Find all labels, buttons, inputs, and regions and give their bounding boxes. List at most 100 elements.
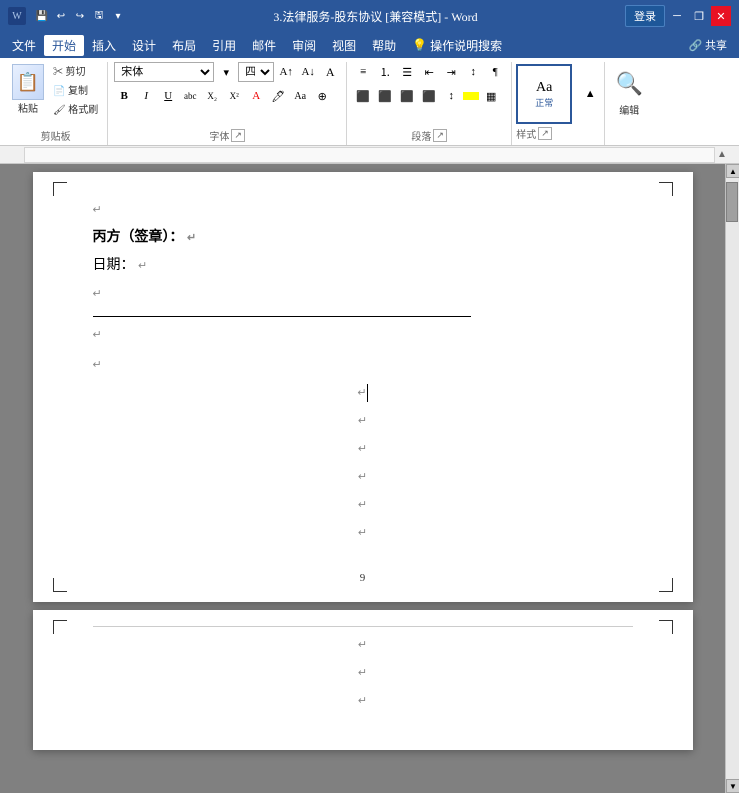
ruler-toggle[interactable]: ▲: [715, 149, 729, 160]
para-mark-5: ↵: [357, 382, 366, 404]
align-center-button[interactable]: ⬛: [375, 86, 395, 106]
decrease-indent-button[interactable]: ⇤: [419, 62, 439, 82]
menu-home[interactable]: 开始: [44, 35, 84, 56]
menu-review[interactable]: 审阅: [284, 35, 324, 56]
bingfang-text: 丙方（签章）：: [93, 230, 184, 245]
font-more-button[interactable]: ⊕: [312, 86, 332, 106]
close-button[interactable]: ✕: [711, 6, 731, 26]
multilevel-button[interactable]: ☰: [397, 62, 417, 82]
styles-scroll-up[interactable]: ▲: [580, 84, 600, 104]
para-row1: ≡ ⒈ ☰ ⇤ ⇥ ↕ ¶: [353, 62, 505, 82]
copy-button[interactable]: 📄 复制: [50, 81, 101, 98]
undo-quick-btn[interactable]: ↩: [53, 8, 69, 24]
style-normal-box[interactable]: Aa 正常: [516, 64, 572, 124]
font-dialog-launcher[interactable]: ↗: [231, 129, 245, 142]
sort-button[interactable]: ↕: [463, 62, 483, 82]
clipboard-sub-buttons: ✂ 剪切 📄 复制 🖌 格式刷: [50, 62, 101, 117]
menu-mailings[interactable]: 邮件: [244, 35, 284, 56]
doc-line-empty-7: ↵: [93, 519, 633, 547]
page-2-content[interactable]: ↵ ↵ ↵: [33, 610, 693, 750]
scroll-track[interactable]: [726, 178, 739, 779]
more-quick-btn[interactable]: ▾: [110, 8, 126, 24]
font-content: 宋体 ▾ 四号 A↑ A↓ A B I U abc X₂ X² A 🖊 Aa: [114, 62, 340, 128]
font-name-select[interactable]: 宋体: [114, 62, 214, 82]
font-size-shrink[interactable]: A↓: [298, 62, 318, 82]
bullets-button[interactable]: ≡: [353, 62, 373, 82]
para-mark-2: ↵: [138, 260, 147, 272]
numbering-button[interactable]: ⒈: [375, 62, 395, 82]
bold-button[interactable]: B: [114, 86, 134, 106]
login-button[interactable]: 登录: [625, 5, 665, 27]
menu-design[interactable]: 设计: [124, 35, 164, 56]
save-quick-btn[interactable]: 💾: [34, 8, 50, 24]
menu-insert[interactable]: 插入: [84, 35, 124, 56]
ribbon-styles-group: Aa 正常 ▲ 样式 ↗: [512, 62, 605, 145]
ribbon-edit-group: 🔍 编辑: [605, 62, 653, 145]
italic-button[interactable]: I: [136, 86, 156, 106]
autosave-icon[interactable]: 🖫: [91, 8, 107, 24]
para-mark-10: ↵: [358, 527, 367, 539]
date-text: 日期：: [93, 258, 135, 273]
para-mark-6: ↵: [358, 415, 367, 427]
redo-quick-btn[interactable]: ↪: [72, 8, 88, 24]
edit-icon: 🔍: [613, 66, 645, 102]
menu-references[interactable]: 引用: [204, 35, 244, 56]
ribbon-paragraph-group: ≡ ⒈ ☰ ⇤ ⇥ ↕ ¶ ⬛ ⬛ ⬛ ⬛ ↕ ▦ 段落 ↗: [347, 62, 512, 145]
align-right-button[interactable]: ⬛: [397, 86, 417, 106]
ruler-area: ▲: [0, 146, 739, 164]
title-controls-right: 登录 ─ ❐ ✕: [625, 5, 731, 27]
share-button[interactable]: 🔗 共享: [681, 35, 735, 55]
document-scroll-area[interactable]: ↵ 丙方（签章）： ↵ 日期： ↵ ↵: [0, 164, 725, 793]
format-painter-button[interactable]: 🖌 格式刷: [50, 100, 101, 117]
restore-button[interactable]: ❐: [689, 6, 709, 26]
para-mark-8: ↵: [358, 471, 367, 483]
line-spacing-button[interactable]: ↕: [441, 86, 461, 106]
border-button[interactable]: ▦: [481, 86, 501, 106]
font-row2: B I U abc X₂ X² A 🖊 Aa ⊕: [114, 86, 332, 106]
edit-button[interactable]: 🔍 编辑: [609, 64, 649, 119]
para-dialog-launcher[interactable]: ↗: [433, 129, 447, 142]
increase-indent-button[interactable]: ⇥: [441, 62, 461, 82]
page2-line-2: ↵: [93, 659, 633, 687]
menu-file[interactable]: 文件: [4, 35, 44, 56]
menu-help[interactable]: 帮助: [364, 35, 404, 56]
para-mark: ↵: [93, 204, 102, 216]
scroll-up-button[interactable]: ▲: [726, 164, 739, 178]
document-area: ↵ 丙方（签章）： ↵ 日期： ↵ ↵: [0, 164, 739, 793]
align-left-button[interactable]: ⬛: [353, 86, 373, 106]
shading-button[interactable]: [463, 92, 479, 100]
strikethrough-button[interactable]: abc: [180, 86, 200, 106]
scroll-thumb[interactable]: [726, 182, 738, 222]
font-name-dropdown[interactable]: ▾: [216, 62, 236, 82]
doc-line-cursor[interactable]: ↵: [93, 379, 633, 407]
menu-view[interactable]: 视图: [324, 35, 364, 56]
lightbulb-icon: 💡: [412, 38, 427, 53]
style-text: Aa: [536, 80, 552, 96]
superscript-button[interactable]: X²: [224, 86, 244, 106]
page-1-content[interactable]: ↵ 丙方（签章）： ↵ 日期： ↵ ↵: [33, 172, 693, 602]
paste-button[interactable]: 📋 粘贴: [10, 62, 46, 117]
doc-line-empty-5: ↵: [93, 463, 633, 491]
font-size-expand[interactable]: A↑: [276, 62, 296, 82]
menu-search[interactable]: 💡 操作说明搜索: [404, 35, 510, 56]
subscript-button[interactable]: X₂: [202, 86, 222, 106]
text-color-button[interactable]: A: [246, 86, 266, 106]
styles-dialog-launcher[interactable]: ↗: [538, 127, 552, 140]
para-content: ≡ ⒈ ☰ ⇤ ⇥ ↕ ¶ ⬛ ⬛ ⬛ ⬛ ↕ ▦: [353, 62, 505, 128]
font-size-aa[interactable]: Aa: [290, 86, 310, 106]
underline-button[interactable]: U: [158, 86, 178, 106]
cut-button[interactable]: ✂ 剪切: [50, 62, 101, 79]
edit-label: 编辑: [619, 102, 639, 117]
font-size-select[interactable]: 四号: [238, 62, 274, 82]
doc-line-empty-4: ↵: [93, 435, 633, 463]
menu-layout[interactable]: 布局: [164, 35, 204, 56]
scroll-down-button[interactable]: ▼: [726, 779, 739, 793]
clear-format-button[interactable]: A: [320, 62, 340, 82]
minimize-button[interactable]: ─: [667, 6, 687, 26]
highlight-button[interactable]: 🖊: [268, 86, 288, 106]
style-label: 正常: [535, 96, 553, 109]
show-marks-button[interactable]: ¶: [485, 62, 505, 82]
scrollbar-right[interactable]: ▲ ▼: [725, 164, 739, 793]
justify-button[interactable]: ⬛: [419, 86, 439, 106]
page2-line-3: ↵: [93, 687, 633, 715]
